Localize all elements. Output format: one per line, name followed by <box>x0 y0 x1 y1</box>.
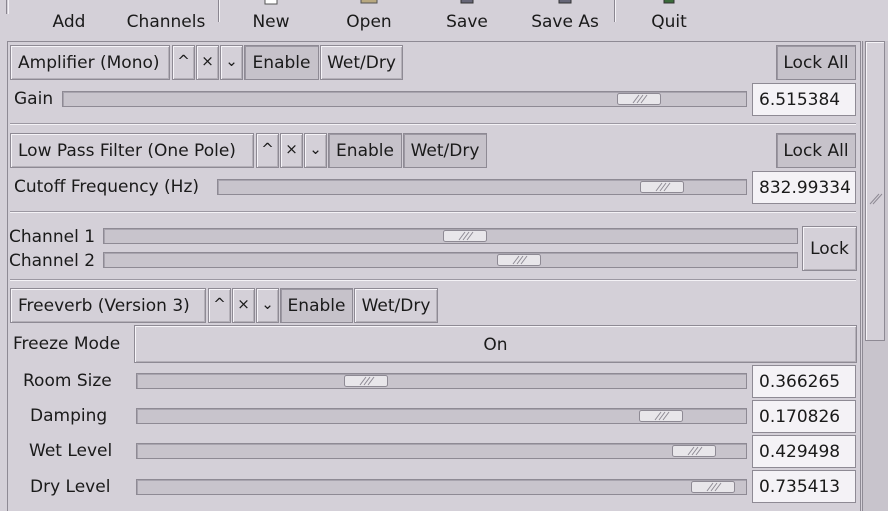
amplifier-title: Amplifier (Mono) <box>10 45 170 80</box>
quit-button-label: Quit <box>651 12 687 32</box>
damping-slider[interactable] <box>136 408 747 424</box>
channel-1-label: Channel 1 <box>9 227 96 247</box>
freeverb-wetdry-toggle[interactable]: Wet/Dry <box>354 288 438 323</box>
freeverb-title: Freeverb (Version 3) <box>10 288 206 323</box>
save-as-icon <box>558 0 572 4</box>
new-button[interactable]: New <box>234 0 308 40</box>
lowpass-move-up-button[interactable]: ^ <box>256 133 279 168</box>
dry-level-slider-thumb[interactable] <box>691 481 735 493</box>
save-button-label: Save <box>446 12 488 32</box>
channels-button[interactable]: Channels <box>118 0 214 40</box>
channel-1-slider-thumb[interactable] <box>443 230 487 242</box>
room-size-slider[interactable] <box>136 373 747 389</box>
gain-slider[interactable] <box>62 91 747 107</box>
freeverb-move-up-button[interactable]: ^ <box>208 288 231 323</box>
freeverb-remove-button[interactable]: × <box>232 288 255 323</box>
channel-2-slider[interactable] <box>103 252 798 268</box>
wet-level-label: Wet Level <box>29 441 113 461</box>
channels-button-label: Channels <box>126 12 206 32</box>
save-button[interactable]: Save <box>432 0 502 40</box>
damping-label: Damping <box>30 406 108 426</box>
freeze-mode-label: Freeze Mode <box>13 334 121 354</box>
channel-2-label: Channel 2 <box>9 251 96 271</box>
lowpass-remove-button[interactable]: × <box>280 133 303 168</box>
gain-slider-thumb[interactable] <box>617 93 661 105</box>
room-size-label: Room Size <box>23 371 112 391</box>
save-as-button-label: Save As <box>531 12 599 32</box>
section-separator <box>10 211 856 213</box>
add-icon <box>60 0 78 6</box>
toolbar-separator <box>218 0 220 22</box>
add-button-label: Add <box>52 12 86 32</box>
open-button[interactable]: Open <box>330 0 408 40</box>
amplifier-lock-all-toggle[interactable]: Lock All <box>776 45 856 80</box>
wet-level-slider-thumb[interactable] <box>672 445 716 457</box>
dry-level-label: Dry Level <box>30 477 111 497</box>
gain-label: Gain <box>14 89 54 109</box>
channels-lock-toggle[interactable]: Lock <box>802 226 857 271</box>
amplifier-enable-toggle[interactable]: Enable <box>244 45 319 80</box>
section-separator <box>10 279 856 281</box>
freeze-mode-toggle[interactable]: On <box>134 325 857 363</box>
amplifier-remove-button[interactable]: × <box>196 45 219 80</box>
lowpass-title: Low Pass Filter (One Pole) <box>10 133 254 168</box>
toolbar: Add Channels New Open Save Save As Quit <box>0 0 888 40</box>
cutoff-frequency-slider-thumb[interactable] <box>640 181 684 193</box>
dry-level-slider[interactable] <box>136 479 747 495</box>
damping-value-field[interactable]: 0.170826 <box>752 400 856 433</box>
channel-1-slider[interactable] <box>103 228 798 244</box>
save-icon <box>460 0 474 4</box>
cutoff-frequency-slider[interactable] <box>217 179 747 195</box>
freeverb-enable-toggle[interactable]: Enable <box>280 288 353 323</box>
room-size-value-field[interactable]: 0.366265 <box>752 365 856 398</box>
dry-level-value-field[interactable]: 0.735413 <box>752 470 856 503</box>
wet-level-slider[interactable] <box>136 443 747 459</box>
channel-2-slider-thumb[interactable] <box>497 254 541 266</box>
lowpass-lock-all-toggle[interactable]: Lock All <box>776 133 856 168</box>
open-button-label: Open <box>346 12 392 32</box>
cutoff-frequency-value-field[interactable]: 832.99334 <box>752 171 856 204</box>
cutoff-frequency-label: Cutoff Frequency (Hz) <box>14 177 200 197</box>
lowpass-move-down-button[interactable]: ⌄ <box>304 133 327 168</box>
lowpass-wetdry-toggle[interactable]: Wet/Dry <box>403 133 487 168</box>
channels-icon <box>157 0 175 6</box>
gain-value-field[interactable]: 6.515384 <box>752 83 856 116</box>
damping-slider-thumb[interactable] <box>639 410 683 422</box>
toolbar-grip[interactable] <box>6 0 9 14</box>
add-button[interactable]: Add <box>30 0 108 40</box>
quit-button[interactable]: Quit <box>636 0 702 40</box>
save-as-button[interactable]: Save As <box>518 0 612 40</box>
lowpass-enable-toggle[interactable]: Enable <box>328 133 402 168</box>
scrollbar-grip-icon <box>869 193 883 205</box>
amplifier-move-up-button[interactable]: ^ <box>172 45 195 80</box>
room-size-slider-thumb[interactable] <box>344 375 388 387</box>
toolbar-separator <box>614 0 616 22</box>
new-document-icon <box>264 0 278 5</box>
amplifier-wetdry-toggle[interactable]: Wet/Dry <box>320 45 403 80</box>
amplifier-move-down-button[interactable]: ⌄ <box>220 45 243 80</box>
freeverb-move-down-button[interactable]: ⌄ <box>256 288 279 323</box>
quit-icon <box>663 0 675 4</box>
vertical-scrollbar[interactable] <box>862 41 888 511</box>
open-folder-icon <box>360 0 378 4</box>
wet-level-value-field[interactable]: 0.429498 <box>752 435 856 468</box>
plugin-rack <box>7 41 861 511</box>
section-separator <box>10 123 856 125</box>
scrollbar-thumb[interactable] <box>865 41 885 341</box>
new-button-label: New <box>252 12 290 32</box>
